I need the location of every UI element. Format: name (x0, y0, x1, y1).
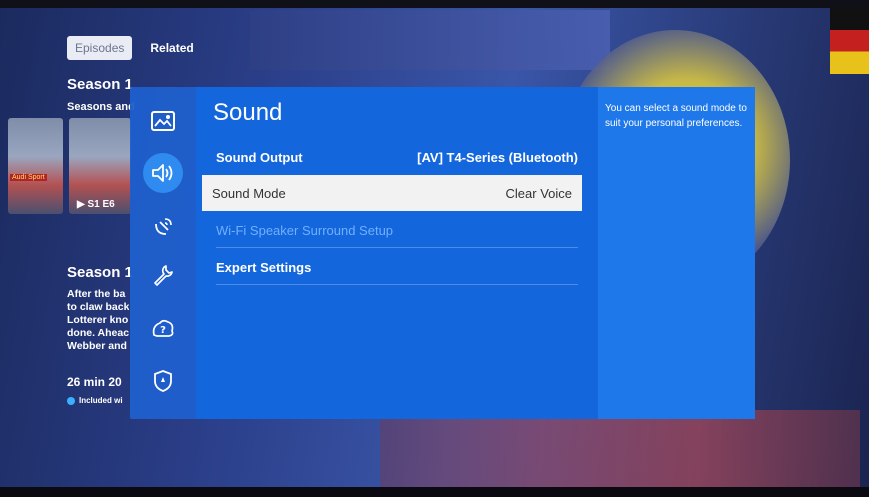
menu-item-expert-settings[interactable]: Expert Settings (216, 250, 578, 284)
expert-settings-label: Expert Settings (216, 259, 312, 275)
sound-mode-value: Clear Voice (505, 185, 572, 201)
help-panel: You can select a sound mode to suit your… (598, 87, 755, 419)
check-circle-icon (67, 396, 75, 405)
tv-bezel-top (0, 0, 869, 8)
sound-settings-panel: Sound Sound Output [AV] T4-Series (Bluet… (196, 87, 598, 419)
support-icon: ? (152, 319, 174, 337)
wifi-surround-label: Wi-Fi Speaker Surround Setup (216, 222, 394, 238)
broadcasting-icon (155, 218, 172, 235)
sidebar-item-general[interactable] (143, 255, 183, 295)
menu-item-wifi-speaker-surround[interactable]: Wi-Fi Speaker Surround Setup (216, 213, 578, 247)
tv-screen: Episodes Related Season 1 Seasons and Au… (0, 0, 869, 497)
season-subtitle: Seasons and (67, 101, 135, 113)
sound-icon (152, 164, 173, 182)
divider (216, 247, 578, 248)
tab-episodes[interactable]: Episodes (67, 36, 133, 60)
episode-description: After the ba to claw back Lotterer kno d… (67, 288, 129, 353)
sound-output-label: Sound Output (216, 149, 303, 165)
episode-thumbnail-selected[interactable]: ▶ S1 E6 (69, 118, 131, 214)
help-text: You can select a sound mode to suit your… (605, 103, 747, 129)
menu-item-sound-mode[interactable]: Sound Mode Clear Voice (202, 175, 582, 211)
season-header: Season 1 (67, 76, 133, 93)
wrench-icon (154, 265, 173, 286)
description-line: After the ba (67, 288, 126, 300)
episode-label: ▶ S1 E6 (77, 199, 115, 210)
tv-bezel-bottom (0, 487, 869, 497)
shield-icon (154, 370, 172, 392)
background-banner (250, 10, 610, 70)
episode-meta: 26 min 20 (67, 375, 122, 389)
sound-output-value: [AV] T4-Series (Bluetooth) (417, 149, 578, 165)
description-line: Lotterer kno (67, 314, 129, 326)
settings-sidebar: ? (130, 87, 196, 419)
background-flag (830, 8, 869, 74)
description-line: to claw back (67, 301, 129, 313)
thumbnail-tag: Audi Sport (10, 174, 47, 181)
included-badge: Included wi (67, 396, 129, 405)
sidebar-item-broadcasting[interactable] (143, 207, 183, 247)
background-car (380, 410, 860, 490)
included-text: Included wi (79, 396, 123, 405)
tab-related[interactable]: Related (142, 36, 201, 60)
menu-item-sound-output[interactable]: Sound Output [AV] T4-Series (Bluetooth) (216, 140, 578, 174)
sidebar-item-picture[interactable] (143, 101, 183, 141)
description-line: Webber and (67, 340, 127, 352)
panel-title: Sound (213, 99, 283, 126)
sidebar-item-sound[interactable] (143, 153, 183, 193)
sidebar-item-privacy[interactable] (143, 361, 183, 401)
divider (216, 284, 578, 285)
description-line: done. Aheac (67, 327, 129, 339)
sound-mode-label: Sound Mode (212, 185, 286, 201)
episode-thumbnail[interactable]: Audi Sport (8, 118, 63, 214)
picture-icon (151, 111, 175, 131)
content-tabs: Episodes Related (67, 36, 202, 60)
sidebar-item-support[interactable]: ? (143, 309, 183, 349)
svg-text:?: ? (160, 325, 166, 336)
season-detail-title: Season 1 (67, 264, 133, 281)
